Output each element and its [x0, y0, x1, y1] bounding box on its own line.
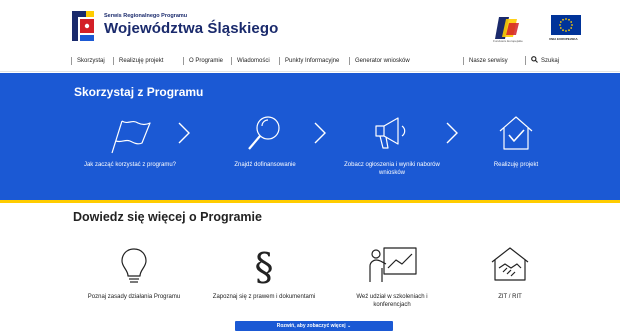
nav-item-realizuje-projekt[interactable]: Realizuję projekt — [113, 57, 163, 65]
megaphone-icon[interactable] — [370, 114, 410, 154]
search-icon — [531, 56, 538, 63]
presentation-icon[interactable] — [366, 244, 420, 284]
chevron-right-icon — [178, 122, 190, 144]
learn-label-law[interactable]: Zapoznaj się z prawem i dokumentami — [210, 294, 318, 302]
nav-item-punkty-informacyjne[interactable]: Punkty Informacyjne — [279, 57, 339, 65]
flag-icon[interactable] — [108, 117, 152, 155]
step-label-start[interactable]: Jak zacząć korzystać z programu? — [82, 162, 178, 170]
eu-flag-icon — [551, 15, 581, 35]
expand-more-button[interactable]: Rozwiń, aby zobaczyć więcej ⌄ — [235, 321, 393, 331]
step-label-announcements[interactable]: Zobacz ogłoszenia i wyniki naborów wnios… — [340, 162, 444, 177]
program-logo-icon[interactable] — [72, 11, 94, 41]
step-label-realizuje[interactable]: Realizuję projekt — [470, 162, 562, 170]
header-subtitle[interactable]: Serwis Regionalnego Programu — [104, 13, 187, 19]
european-funds-caption: Fundusze Europejskie — [493, 39, 523, 43]
lightbulb-icon[interactable] — [118, 246, 150, 286]
svg-text:§: § — [255, 245, 274, 288]
nav-item-o-programie[interactable]: O Programie — [183, 57, 223, 65]
nav-item-nasze-serwisy[interactable]: Nasze serwisy — [463, 57, 508, 65]
handshake-house-icon[interactable] — [489, 244, 531, 284]
chevron-right-icon — [446, 122, 458, 144]
main-navigation: Skorzystaj Realizuję projekt O Programie… — [0, 50, 620, 72]
learn-label-trainings[interactable]: Weź udział w szkoleniach i konferencjach — [342, 294, 442, 309]
nav-item-wiadomosci[interactable]: Wiadomości — [231, 57, 270, 65]
search-label: Szukaj — [541, 58, 560, 64]
magnifier-icon[interactable] — [244, 113, 284, 153]
learn-label-rules[interactable]: Poznaj zasady działania Programu — [80, 294, 188, 302]
search-button[interactable]: Szukaj — [525, 56, 559, 65]
paragraph-icon[interactable]: § — [252, 244, 276, 288]
header-title[interactable]: Województwa Śląskiego — [104, 20, 278, 37]
band-title: Skorzystaj z Programu — [74, 85, 204, 99]
learn-more-title: Dowiedz się więcej o Programie — [73, 210, 262, 224]
house-check-icon[interactable] — [496, 113, 536, 153]
chevron-down-icon: ⌄ — [347, 323, 352, 329]
accent-divider — [0, 200, 620, 203]
chevron-right-icon — [314, 122, 326, 144]
expand-more-label: Rozwiń, aby zobaczyć więcej — [276, 323, 346, 329]
learn-label-zit-rit[interactable]: ZIT / RIT — [470, 294, 550, 302]
nav-item-generator-wnioskow[interactable]: Generator wniosków — [349, 57, 410, 65]
step-label-find-funding[interactable]: Znajdź dofinansowanie — [213, 162, 317, 170]
nav-item-skorzystaj[interactable]: Skorzystaj — [71, 57, 105, 65]
eu-caption: UNIA EUROPEJSKA — [549, 37, 578, 41]
site-header: Serwis Regionalnego Programu Województwa… — [0, 0, 620, 50]
